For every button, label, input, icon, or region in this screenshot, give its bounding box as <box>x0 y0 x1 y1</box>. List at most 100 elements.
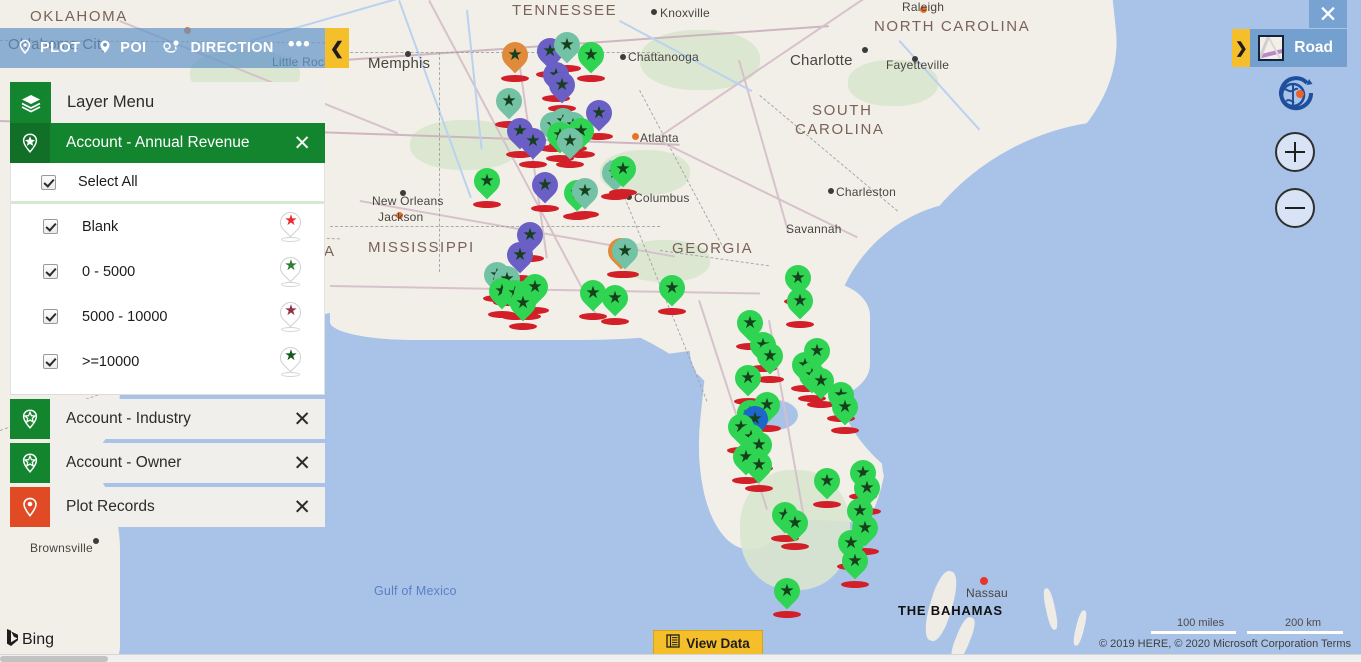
star-icon: ★ <box>554 75 570 94</box>
map-marker-pin[interactable]: ★ <box>566 172 604 218</box>
bing-logo[interactable]: Bing <box>6 628 54 652</box>
map-marker-pin[interactable]: ★ <box>808 462 846 508</box>
layer-menu-header[interactable]: Layer Menu <box>10 82 325 123</box>
star-icon: ★ <box>809 341 825 360</box>
star-icon: ★ <box>664 278 680 297</box>
plus-icon <box>1285 142 1305 162</box>
scrollbar-thumb[interactable] <box>0 656 108 662</box>
close-icon[interactable]: ✕ <box>293 453 325 474</box>
toolbar-plot-button[interactable]: PLOT <box>0 28 88 68</box>
map-marker-pin[interactable]: ★ <box>572 36 610 82</box>
star-icon: ★ <box>615 159 631 178</box>
horizontal-scrollbar[interactable] <box>0 654 1361 662</box>
map-application: OKLAHOMAOklahoma CityLittle RockTENNESSE… <box>0 0 1361 662</box>
map-marker-pin[interactable]: ★ <box>776 504 814 550</box>
layer-section-header[interactable]: Account - Owner ✕ <box>10 443 325 483</box>
pin-shadow <box>773 611 801 618</box>
pin-shadow <box>473 201 501 208</box>
map-marker-pin[interactable]: ★ <box>514 122 552 168</box>
toolbar-more-button[interactable]: ••• <box>282 35 315 56</box>
state-border <box>330 226 660 227</box>
star-icon: ★ <box>479 171 495 190</box>
star-icon: ★ <box>559 35 575 54</box>
legend-label: 5000 - 10000 <box>82 308 168 325</box>
select-all-checkbox[interactable] <box>41 174 56 190</box>
close-icon[interactable]: ✕ <box>293 133 325 154</box>
locate-me-button[interactable] <box>1273 73 1317 117</box>
pin-shadow <box>611 271 639 278</box>
close-icon: ✕ <box>1318 0 1338 27</box>
city-dot-chattanooga <box>620 54 626 60</box>
map-marker-pin[interactable]: ★ <box>504 284 542 330</box>
map-type-road-option[interactable]: Road <box>1250 29 1347 67</box>
map-marker-pin[interactable]: ★ <box>768 572 806 618</box>
legend-checkbox[interactable] <box>43 309 58 324</box>
star-pin-icon <box>10 443 50 483</box>
map-type-expander-button[interactable]: ❯ <box>1232 29 1251 67</box>
zoom-in-button[interactable] <box>1275 132 1315 172</box>
map-marker-pin[interactable]: ★ <box>836 542 874 588</box>
city-dot-knoxville <box>651 9 657 15</box>
legend-pin-icon: ★ <box>275 297 306 332</box>
layer-section-title: Account - Annual Revenue <box>66 134 250 151</box>
map-marker-pin[interactable]: ★ <box>551 122 589 168</box>
star-pin-icon <box>10 399 50 439</box>
select-all-row[interactable]: Select All <box>11 163 324 204</box>
toolbar-direction-button[interactable]: DIRECTION <box>154 28 281 68</box>
close-icon[interactable]: ✕ <box>293 409 325 430</box>
map-marker-pin[interactable]: ★ <box>606 232 644 278</box>
panel-collapse-button[interactable]: ❮ <box>325 28 349 68</box>
star-icon: ★ <box>512 245 528 264</box>
map-marker-pin[interactable]: ★ <box>496 36 534 82</box>
legend-checkbox[interactable] <box>43 354 58 369</box>
legend-list: Blank ★ 0 - 5000 ★ 5000 - 10000 ★ >=10000 ★ <box>11 204 324 384</box>
star-icon: ★ <box>501 91 517 110</box>
map-marker-pin[interactable]: ★ <box>543 66 581 112</box>
legend-checkbox[interactable] <box>43 219 58 234</box>
map-marker-pin[interactable]: ★ <box>826 388 864 434</box>
minus-icon <box>1285 198 1305 218</box>
pin-shadow <box>501 75 529 82</box>
state-border <box>439 52 440 272</box>
legend-checkbox[interactable] <box>43 264 58 279</box>
select-all-label: Select All <box>78 174 138 190</box>
layer-section-header[interactable]: Account - Industry ✕ <box>10 399 325 439</box>
pin-shadow <box>509 323 537 330</box>
map-marker-pin[interactable]: ★ <box>740 446 778 492</box>
legend-pin-icon: ★ <box>275 252 306 287</box>
toolbar-poi-button[interactable]: POI <box>88 28 154 68</box>
map-type-selector[interactable]: ❯ Road <box>1232 29 1347 67</box>
poi-pin-icon <box>96 39 114 57</box>
map-marker-pin[interactable]: ★ <box>781 282 819 328</box>
legend-row[interactable]: 0 - 5000 ★ <box>11 249 324 294</box>
star-icon: ★ <box>837 397 853 416</box>
layers-icon <box>10 82 51 123</box>
layer-section-header[interactable]: Account - Annual Revenue ✕ <box>10 123 325 163</box>
map-marker-pin[interactable]: ★ <box>526 166 564 212</box>
map-marker-pin[interactable]: ★ <box>596 279 634 325</box>
map-marker-pin[interactable]: ★ <box>653 269 691 315</box>
table-icon <box>666 634 680 653</box>
close-map-button[interactable]: ✕ <box>1309 0 1347 28</box>
water-se-atlantic <box>830 200 1130 500</box>
layer-section-header[interactable]: Plot Records ✕ <box>10 487 325 527</box>
city-dot-charlotte <box>862 47 868 53</box>
toolbar-plot-label: PLOT <box>40 40 81 56</box>
map-marker-pin[interactable]: ★ <box>468 162 506 208</box>
close-icon[interactable]: ✕ <box>293 497 325 518</box>
star-pin-icon <box>10 123 50 163</box>
zoom-out-button[interactable] <box>1275 188 1315 228</box>
view-data-button[interactable]: View Data <box>653 630 763 657</box>
star-icon: ★ <box>787 513 803 532</box>
star-icon: ★ <box>577 181 593 200</box>
legend-row[interactable]: 5000 - 10000 ★ <box>11 294 324 339</box>
chevron-left-icon: ❮ <box>329 38 345 58</box>
legend-row[interactable]: >=10000 ★ <box>11 339 324 384</box>
direction-pins-icon <box>162 39 184 57</box>
road-map-thumbnail-icon <box>1258 35 1285 61</box>
legend-row[interactable]: Blank ★ <box>11 204 324 249</box>
scale-km-label: 200 km <box>1285 617 1322 629</box>
map-marker-pin[interactable]: ★ <box>604 150 642 196</box>
legend-pin-icon: ★ <box>275 207 306 242</box>
layer-section-body: Select All Blank ★ 0 - 5000 ★ 5000 - 10000 ★ >… <box>10 163 325 395</box>
